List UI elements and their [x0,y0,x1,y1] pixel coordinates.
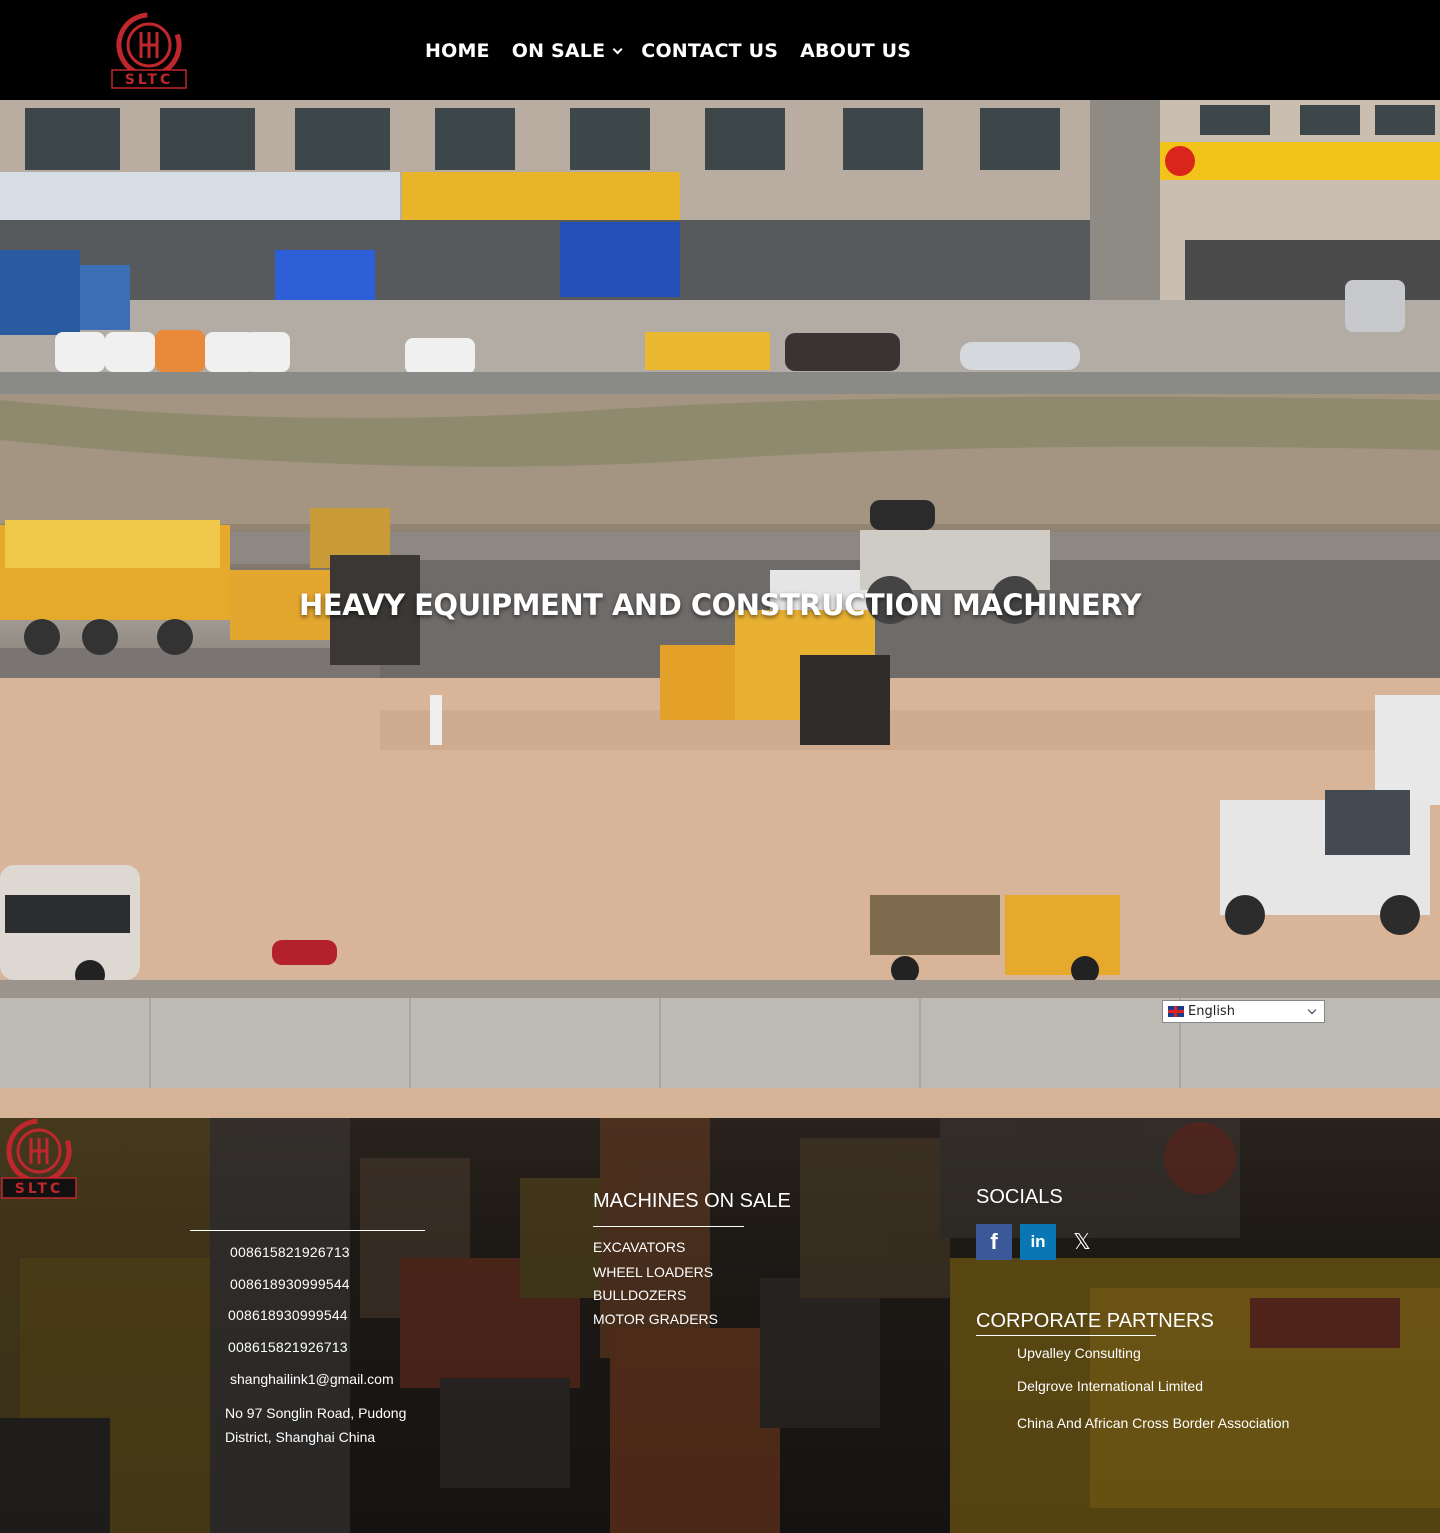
link-excavators[interactable]: EXCAVATORS [593,1239,685,1255]
hero-title: HEAVY EQUIPMENT AND CONSTRUCTION MACHINE… [299,588,1141,622]
main-nav: HOME ON SALE CONTACT US ABOUT US [425,40,911,62]
link-wheel-loaders[interactable]: WHEEL LOADERS [593,1264,713,1280]
machines-heading: MACHINES ON SALE [593,1190,791,1212]
partners-divider [976,1335,1156,1336]
language-selector[interactable]: English [1162,1000,1325,1023]
socials-heading: SOCIALS [976,1186,1063,1208]
facebook-icon[interactable]: f [976,1224,1012,1260]
sltc-logo[interactable]: SLTC [110,12,188,90]
nav-contact-us[interactable]: CONTACT US [641,40,778,62]
footer-sltc-logo[interactable]: SLTC [0,1118,78,1200]
logo-text: SLTC [125,72,174,88]
language-selector-value: English [1188,1004,1235,1019]
phone-2[interactable]: 008618930999544 [230,1276,350,1292]
footer-logo-text: SLTC [15,1181,64,1197]
partner-upvalley[interactable]: Upvalley Consulting [1017,1345,1141,1361]
footer-divider [190,1230,425,1231]
nav-on-sale-label: ON SALE [511,40,606,62]
site-footer: SLTC 008615821926713 008618930999544 008… [0,1118,1440,1533]
nav-about-label: ABOUT US [800,40,912,62]
link-bulldozers[interactable]: BULLDOZERS [593,1287,686,1303]
chevron-down-icon [612,43,623,54]
uk-flag-icon [1168,1006,1184,1017]
nav-on-sale[interactable]: ON SALE [511,40,623,62]
partners-heading: CORPORATE PARTNERS [976,1310,1214,1332]
footer-background-image [0,1118,1440,1533]
email-link[interactable]: shanghailink1@gmail.com [230,1371,394,1387]
phone-4[interactable]: 008615821926713 [228,1339,348,1355]
machines-divider [593,1226,744,1227]
phone-3[interactable]: 008618930999544 [228,1307,348,1323]
partner-china-african[interactable]: China And African Cross Border Associati… [1017,1415,1289,1431]
hero-section: HEAVY EQUIPMENT AND CONSTRUCTION MACHINE… [0,100,1440,1118]
chevron-down-icon [1307,1005,1317,1015]
linkedin-icon[interactable]: in [1020,1224,1056,1260]
nav-about-us[interactable]: ABOUT US [800,40,911,62]
address-line-1: No 97 Songlin Road, Pudong [225,1405,407,1421]
site-header: SLTC HOME ON SALE CONTACT US ABOUT US [0,0,1440,100]
x-icon[interactable]: 𝕏 [1064,1224,1100,1260]
address-line-2: District, Shanghai China [225,1429,376,1445]
phone-1[interactable]: 008615821926713 [230,1244,350,1260]
nav-home-label: HOME [425,40,490,62]
nav-home[interactable]: HOME [425,40,490,62]
link-motor-graders[interactable]: MOTOR GRADERS [593,1311,718,1327]
nav-contact-label: CONTACT US [641,40,779,62]
partner-delgrove[interactable]: Delgrove International Limited [1017,1378,1203,1394]
